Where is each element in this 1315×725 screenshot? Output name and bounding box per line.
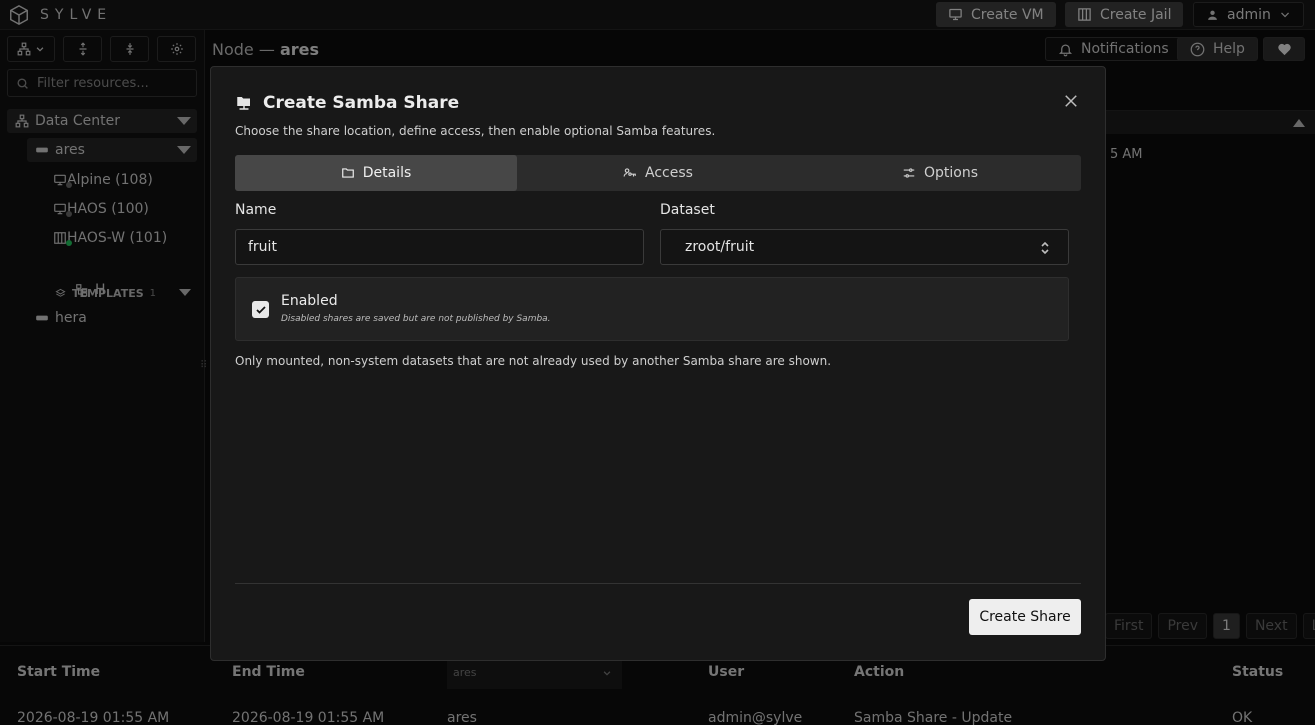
enabled-label: Enabled	[281, 293, 338, 309]
folder-icon	[341, 168, 354, 178]
tab-label: Details	[362, 165, 412, 181]
dataset-value: zroot/fruit	[685, 239, 755, 255]
name-value: fruit	[248, 239, 277, 255]
enabled-toggle-card: Enabled Disabled shares are saved but ar…	[235, 277, 1069, 341]
tab-label: Access	[645, 165, 693, 181]
chevron-up-down-icon	[1041, 241, 1049, 255]
dataset-select[interactable]: zroot/fruit	[660, 229, 1069, 265]
name-input[interactable]: fruit	[235, 229, 644, 265]
dialog-title: Create Samba Share	[235, 93, 459, 113]
name-label: Name	[235, 202, 277, 218]
dataset-note: Only mounted, non-system datasets that a…	[235, 354, 832, 368]
dialog-title-text: Create Samba Share	[263, 93, 460, 113]
close-icon[interactable]	[1062, 92, 1080, 110]
enabled-description: Disabled shares are saved but are not pu…	[281, 314, 551, 324]
create-samba-share-dialog: Create Samba Share Choose the share loca…	[210, 66, 1106, 661]
tab-label: Options	[923, 165, 979, 181]
tab-details[interactable]: Details	[235, 155, 517, 191]
tab-bar: Details Access Options	[235, 155, 1081, 191]
enabled-checkbox[interactable]	[252, 301, 269, 318]
footer-divider	[235, 583, 1081, 584]
create-share-button[interactable]: Create Share	[969, 599, 1081, 635]
dialog-subtitle: Choose the share location, define access…	[235, 124, 716, 138]
tab-options[interactable]: Options	[799, 155, 1081, 191]
tab-access[interactable]: Access	[517, 155, 799, 191]
sliders-icon	[903, 168, 915, 178]
network-folder-icon	[237, 97, 250, 110]
user-key-icon	[623, 168, 636, 177]
dataset-label: Dataset	[660, 202, 715, 218]
check-icon	[255, 305, 266, 314]
